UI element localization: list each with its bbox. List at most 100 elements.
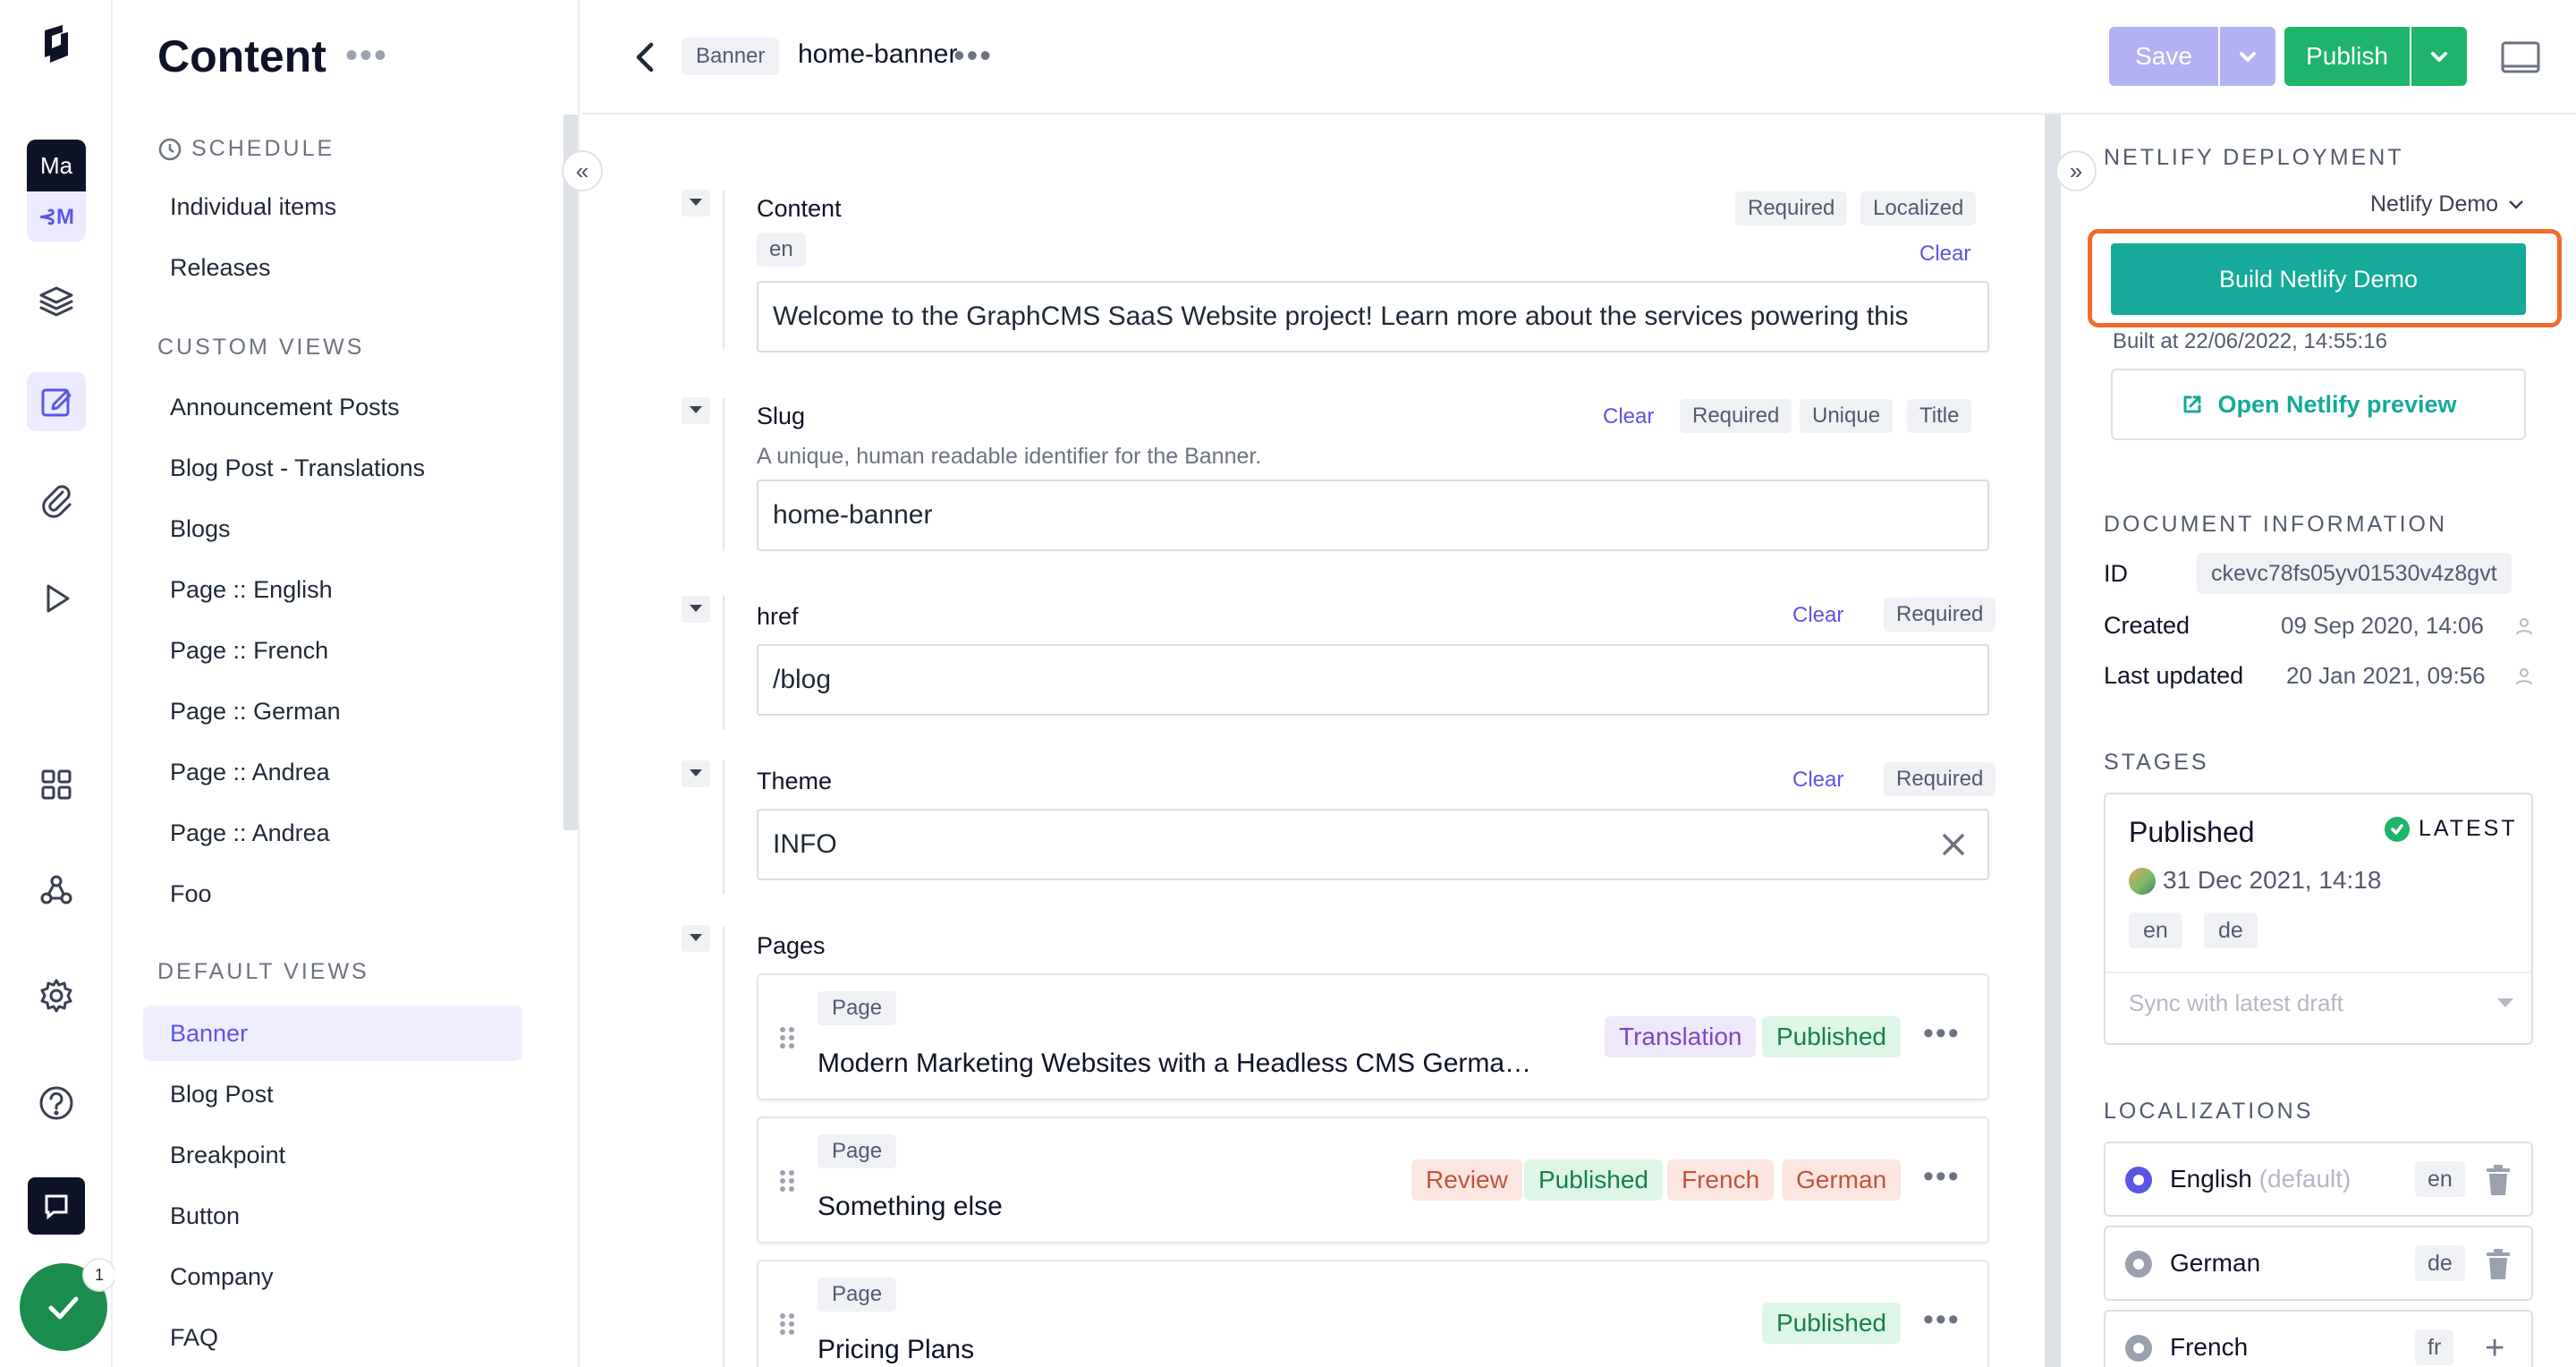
nav-custom-view[interactable]: Page :: English [143, 562, 522, 617]
assets-paperclip-icon[interactable] [27, 471, 86, 530]
content-input[interactable]: Welcome to the GraphCMS SaaS Website pro… [757, 281, 1989, 352]
theme-clear-link[interactable]: Clear [1792, 768, 1843, 793]
content-clear-link[interactable]: Clear [1919, 242, 1970, 267]
document-more-icon[interactable]: ••• [953, 39, 993, 72]
visibility-eye-icon[interactable] [2125, 1335, 2152, 1362]
href-clear-link[interactable]: Clear [1792, 603, 1843, 628]
netlify-site-select[interactable]: Netlify Demo [2370, 191, 2525, 217]
latest-badge-label: LATEST [2419, 816, 2518, 841]
default-label: (default) [2258, 1165, 2351, 1193]
visibility-eye-icon[interactable] [2125, 1251, 2152, 1278]
nav-individual-items[interactable]: Individual items [143, 179, 522, 234]
theme-select[interactable]: INFO [757, 809, 1989, 880]
back-chevron-icon[interactable] [624, 36, 667, 79]
custom-views-heading: CUSTOM VIEWS [157, 335, 365, 360]
schema-layers-icon[interactable] [27, 272, 86, 331]
slug-input[interactable]: home-banner [757, 480, 1989, 551]
page-title: Something else [818, 1192, 1003, 1221]
page-more-icon[interactable]: ••• [1923, 1016, 1961, 1051]
page-reference-card[interactable]: Page Modern Marketing Websites with a He… [757, 973, 1989, 1100]
page-more-icon[interactable]: ••• [1923, 1159, 1961, 1194]
collapse-field-chevron-icon[interactable] [682, 596, 710, 623]
page-reference-card[interactable]: Page Pricing Plans Published ••• [757, 1260, 1989, 1367]
page-more-icon[interactable]: ••• [1923, 1303, 1961, 1337]
visibility-eye-icon[interactable] [2125, 1167, 2152, 1193]
caret-down-icon [2497, 998, 2513, 1007]
required-tag: Required [1735, 191, 1848, 225]
status-badge: Published [1762, 1016, 1901, 1057]
collapse-field-chevron-icon[interactable] [682, 760, 710, 787]
nav-custom-view[interactable]: Blog Post - Translations [143, 440, 522, 496]
nav-default-view[interactable]: Blog Post [143, 1066, 522, 1122]
unique-tag: Unique [1800, 399, 1894, 433]
nav-custom-view[interactable]: Announcement Posts [143, 379, 522, 435]
locale-code-tag: de [2415, 1245, 2465, 1281]
page-reference-card[interactable]: Page Something else Review Published Fre… [757, 1117, 1989, 1244]
notification-count-badge: 1 [84, 1260, 114, 1290]
build-netlify-button[interactable]: Build Netlify Demo [2111, 243, 2526, 315]
apps-grid-icon[interactable] [27, 755, 86, 814]
user-icon[interactable] [2513, 616, 2535, 637]
playground-play-icon[interactable] [27, 569, 86, 628]
localizations-heading: LOCALIZATIONS [2104, 1099, 2314, 1124]
drag-handle-icon[interactable] [778, 1168, 796, 1193]
content-edit-icon[interactable] [27, 372, 86, 431]
nav-custom-view[interactable]: Page :: French [143, 623, 522, 678]
nav-releases[interactable]: Releases [143, 240, 522, 295]
sidebar-more-icon[interactable]: ••• [345, 36, 388, 76]
collapse-right-panel-icon[interactable]: » [2055, 150, 2097, 191]
toggle-side-panel-icon[interactable] [2497, 34, 2544, 81]
add-localization-plus-icon[interactable]: + [2485, 1331, 2504, 1365]
chat-support-icon[interactable] [28, 1177, 85, 1235]
save-button[interactable]: Save [2109, 27, 2218, 86]
nav-custom-view[interactable]: Page :: Andrea [143, 805, 522, 861]
drag-handle-icon[interactable] [778, 1312, 796, 1337]
publish-dropdown-chevron-icon[interactable] [2411, 27, 2467, 86]
nav-default-view[interactable]: Company [143, 1249, 522, 1304]
collapse-field-chevron-icon[interactable] [682, 397, 710, 424]
webhooks-icon[interactable] [27, 861, 86, 920]
sidebar-scrollbar[interactable] [564, 115, 578, 830]
nav-custom-view[interactable]: Blogs [143, 501, 522, 556]
help-question-icon[interactable] [27, 1074, 86, 1133]
pages-field-label: Pages [757, 932, 826, 959]
app-rail: Ma ⊰M 1 [0, 0, 114, 1367]
sidebar-title: Content [157, 31, 326, 81]
trash-icon[interactable] [2485, 1249, 2512, 1279]
document-id[interactable]: ckevc78fs05yv01530v4z8gvt [2197, 553, 2512, 594]
theme-clear-x-icon[interactable] [1937, 828, 1970, 861]
nav-default-view[interactable]: Breakpoint [143, 1127, 522, 1183]
open-netlify-preview-button[interactable]: Open Netlify preview [2111, 369, 2526, 440]
nav-custom-view[interactable]: Page :: Andrea [143, 744, 522, 800]
latest-badge: LATEST [2385, 816, 2518, 842]
editor-scrollbar[interactable] [2045, 115, 2061, 1367]
publish-button[interactable]: Publish [2284, 27, 2410, 86]
nav-default-view[interactable]: Button [143, 1188, 522, 1244]
localization-name: French [2170, 1333, 2249, 1361]
drag-handle-icon[interactable] [778, 1025, 796, 1050]
sync-with-latest-draft-select[interactable]: Sync with latest draft [2129, 989, 2513, 1017]
save-dropdown-chevron-icon[interactable] [2220, 27, 2275, 86]
collapse-field-chevron-icon[interactable] [682, 190, 710, 217]
trash-icon[interactable] [2485, 1165, 2512, 1195]
nav-default-view-banner[interactable]: Banner [143, 1006, 522, 1061]
status-badge: German [1782, 1159, 1902, 1201]
field-rail [723, 925, 724, 1367]
nav-custom-view[interactable]: Page :: German [143, 684, 522, 739]
localization-row-english: English (default) en [2104, 1142, 2533, 1217]
href-input[interactable]: /blog [757, 644, 1989, 716]
required-tag: Required [1884, 598, 1996, 632]
nav-default-view[interactable]: FAQ [143, 1310, 522, 1365]
content-sidebar: Content ••• SCHEDULE Individual items Re… [114, 0, 580, 1367]
collapse-sidebar-icon[interactable]: « [562, 150, 603, 191]
nav-custom-view[interactable]: Foo [143, 866, 522, 921]
status-badge: Published [1524, 1159, 1663, 1201]
slug-clear-link[interactable]: Clear [1603, 404, 1654, 429]
model-tag: Banner [682, 38, 780, 75]
hygraph-logo-icon[interactable] [27, 16, 86, 75]
settings-gear-icon[interactable] [27, 966, 86, 1025]
user-icon[interactable] [2513, 666, 2535, 687]
page-title: Pricing Plans [818, 1335, 975, 1364]
collapse-field-chevron-icon[interactable] [682, 925, 710, 952]
environment-switcher[interactable]: Ma ⊰M [27, 140, 86, 242]
